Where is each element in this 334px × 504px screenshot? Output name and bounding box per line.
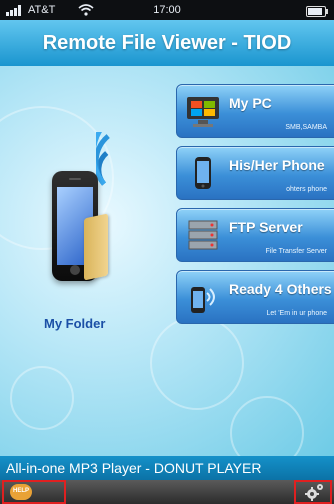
help-button[interactable]: HELP	[2, 480, 66, 504]
menu-item-label: His/Her Phone	[229, 157, 325, 173]
menu-item-subtitle: File Transfer Server	[265, 248, 327, 255]
menu-item-label: My PC	[229, 95, 272, 111]
background-bubble	[230, 396, 304, 456]
help-label: HELP	[13, 488, 30, 494]
menu-item-subtitle: Let 'Em in ur phone	[266, 310, 327, 317]
promo-banner-text: All-in-one MP3 Player - DONUT PLAYER	[6, 460, 262, 476]
page-title: Remote File Viewer - TIOD	[42, 32, 292, 54]
settings-button[interactable]	[294, 480, 332, 504]
background-bubble	[150, 316, 244, 410]
my-folder-label: My Folder	[44, 316, 106, 331]
gear-icon	[305, 484, 323, 501]
phone-signal-icon	[191, 287, 215, 313]
status-bar: AT&T 17:00	[0, 0, 334, 20]
status-time: 17:00	[153, 4, 181, 16]
menu-item-subtitle: SMB,SAMBA	[285, 124, 327, 131]
phone-home-button	[70, 265, 80, 275]
app-screen: AT&T 17:00 Remote File Viewer - TIOD My …	[0, 0, 334, 504]
menu-item-subtitle: ohters phone	[286, 186, 327, 193]
bottom-toolbar: HELP	[0, 480, 334, 504]
battery-level	[308, 8, 322, 15]
ftp-server-button[interactable]: FTP Server File Transfer Server	[176, 208, 334, 262]
my-pc-button[interactable]: My PC SMB,SAMBA	[176, 84, 334, 138]
menu-item-label: FTP Server	[229, 219, 303, 235]
background-bubble	[10, 366, 74, 430]
title-bar: Remote File Viewer - TIOD	[0, 20, 334, 67]
server-rack-icon	[188, 220, 218, 250]
windows-pc-icon	[187, 97, 219, 127]
help-bubble-icon: HELP	[10, 484, 32, 500]
his-her-phone-button[interactable]: His/Her Phone ohters phone	[176, 146, 334, 200]
battery-icon	[306, 6, 328, 17]
promo-banner[interactable]: All-in-one MP3 Player - DONUT PLAYER	[0, 456, 334, 480]
phone-speaker	[69, 178, 81, 180]
ready-4-others-button[interactable]: Ready 4 Others Let 'Em in ur phone	[176, 270, 334, 324]
wireless-signal-icon	[96, 132, 112, 186]
menu-item-label: Ready 4 Others	[229, 281, 332, 297]
phone-icon	[195, 157, 211, 189]
folder-icon	[84, 213, 108, 281]
main-area: My Folder My PC SMB,SAMBA His/Her Phone	[0, 66, 334, 456]
